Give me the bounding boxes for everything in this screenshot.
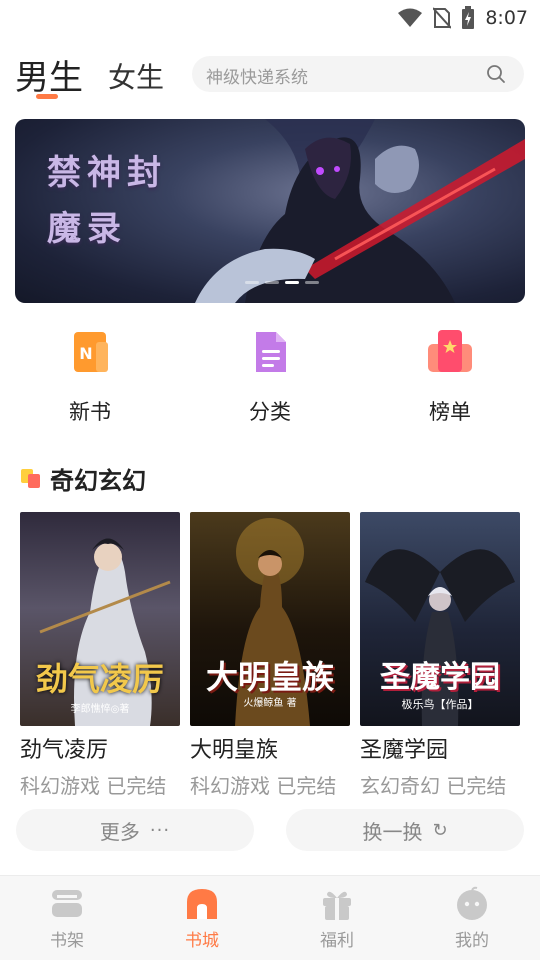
book-cover-author: 火爆鲸鱼 著 [243,698,297,709]
book-cover-author: 李郎憔悴◎著 [70,704,130,715]
wifi-icon [398,8,423,27]
banner-carousel[interactable]: 禁神封 魔录 [15,119,525,303]
more-button[interactable]: 更多 ··· [16,809,254,851]
nav-welfare[interactable]: 福利 [292,886,382,951]
banner-title-line1: 禁神封 [47,153,167,193]
book-cover[interactable]: 劲气凌厉 李郎憔悴◎著 [20,512,180,726]
book-card[interactable]: 劲气凌厉 李郎憔悴◎著 劲气凌厉 科幻游戏 已完结 [20,512,182,799]
profile-icon [457,886,487,920]
banner-pagination [245,281,319,284]
bookstore-icon [187,889,217,919]
book-meta: 玄幻奇幻 已完结 [360,774,507,798]
refresh-label: 换一换 [362,819,423,844]
banner-dot [245,281,259,284]
book-card[interactable]: 圣魔学园 极乐鸟【作品】 圣魔学园 玄幻奇幻 已完结 [360,512,522,799]
nav-label: 书架 [50,931,84,951]
banner-dot [305,281,319,284]
gift-icon [323,891,351,920]
shortcut-ranking[interactable]: 榜单 [400,328,500,426]
nav-profile[interactable]: 我的 [427,886,517,951]
nav-label: 福利 [320,931,354,951]
shortcut-new-book[interactable]: N 新书 [40,328,140,426]
shortcut-label: 分类 [249,400,291,424]
banner-dot-active [285,281,299,284]
refresh-icon: ↻ [432,819,448,841]
search-icon[interactable] [486,64,506,84]
shortcut-label: 榜单 [429,400,471,424]
book-title[interactable]: 大明皇族 [190,732,352,764]
book-cover-title: 劲气凌厉 [35,660,164,698]
banner-dot [265,281,279,284]
section-header: 奇幻玄幻 [20,462,146,495]
book-title[interactable]: 劲气凌厉 [20,732,182,764]
book-card[interactable]: 大明皇族 火爆鲸鱼 著 大明皇族 科幻游戏 已完结 [190,512,352,799]
book-meta: 科幻游戏 已完结 [20,774,167,798]
svg-text:N: N [79,344,92,363]
ranking-icon [428,330,472,372]
status-icons: 8:07 [397,6,528,30]
tab-female[interactable]: 女生 [108,56,164,96]
battery-charging-icon [462,6,475,29]
tab-male[interactable]: 男生 [15,50,83,99]
section-icon [21,469,40,488]
nav-bookshelf[interactable]: 书架 [22,886,112,951]
bookshelf-icon [52,890,82,917]
book-cover[interactable]: 圣魔学园 极乐鸟【作品】 [360,512,520,726]
banner-title-line2: 魔录 [47,209,127,249]
search-input[interactable]: 神级快递系统 [192,56,524,92]
shortcut-category[interactable]: 分类 [220,328,320,426]
refresh-button[interactable]: 换一换 ↻ [286,809,524,851]
book-cover[interactable]: 大明皇族 火爆鲸鱼 著 [190,512,350,726]
nav-label: 我的 [455,931,489,951]
search-placeholder: 神级快递系统 [206,68,308,88]
book-cover-title: 圣魔学园 [380,660,500,695]
shortcut-label: 新书 [69,400,111,424]
book-title[interactable]: 圣魔学园 [360,732,522,764]
no-sim-icon [433,7,452,29]
status-time: 8:07 [485,7,528,29]
new-book-icon: N [74,332,108,372]
category-icon [256,332,286,372]
nav-bookstore[interactable]: 书城 [157,886,247,951]
more-label: 更多 [99,819,140,844]
header: 男生 女生 神级快递系统 [0,44,540,100]
nav-label: 书城 [185,931,219,951]
book-meta: 科幻游戏 已完结 [190,774,337,798]
bottom-nav: 书架 书城 福利 我的 [0,875,540,960]
status-bar: 8:07 [0,0,540,36]
book-cover-author: 极乐鸟【作品】 [401,698,479,711]
section-title: 奇幻玄幻 [50,466,146,495]
tab-indicator [36,94,58,99]
more-dots-icon: ··· [149,819,171,841]
book-cover-title: 大明皇族 [205,658,334,696]
